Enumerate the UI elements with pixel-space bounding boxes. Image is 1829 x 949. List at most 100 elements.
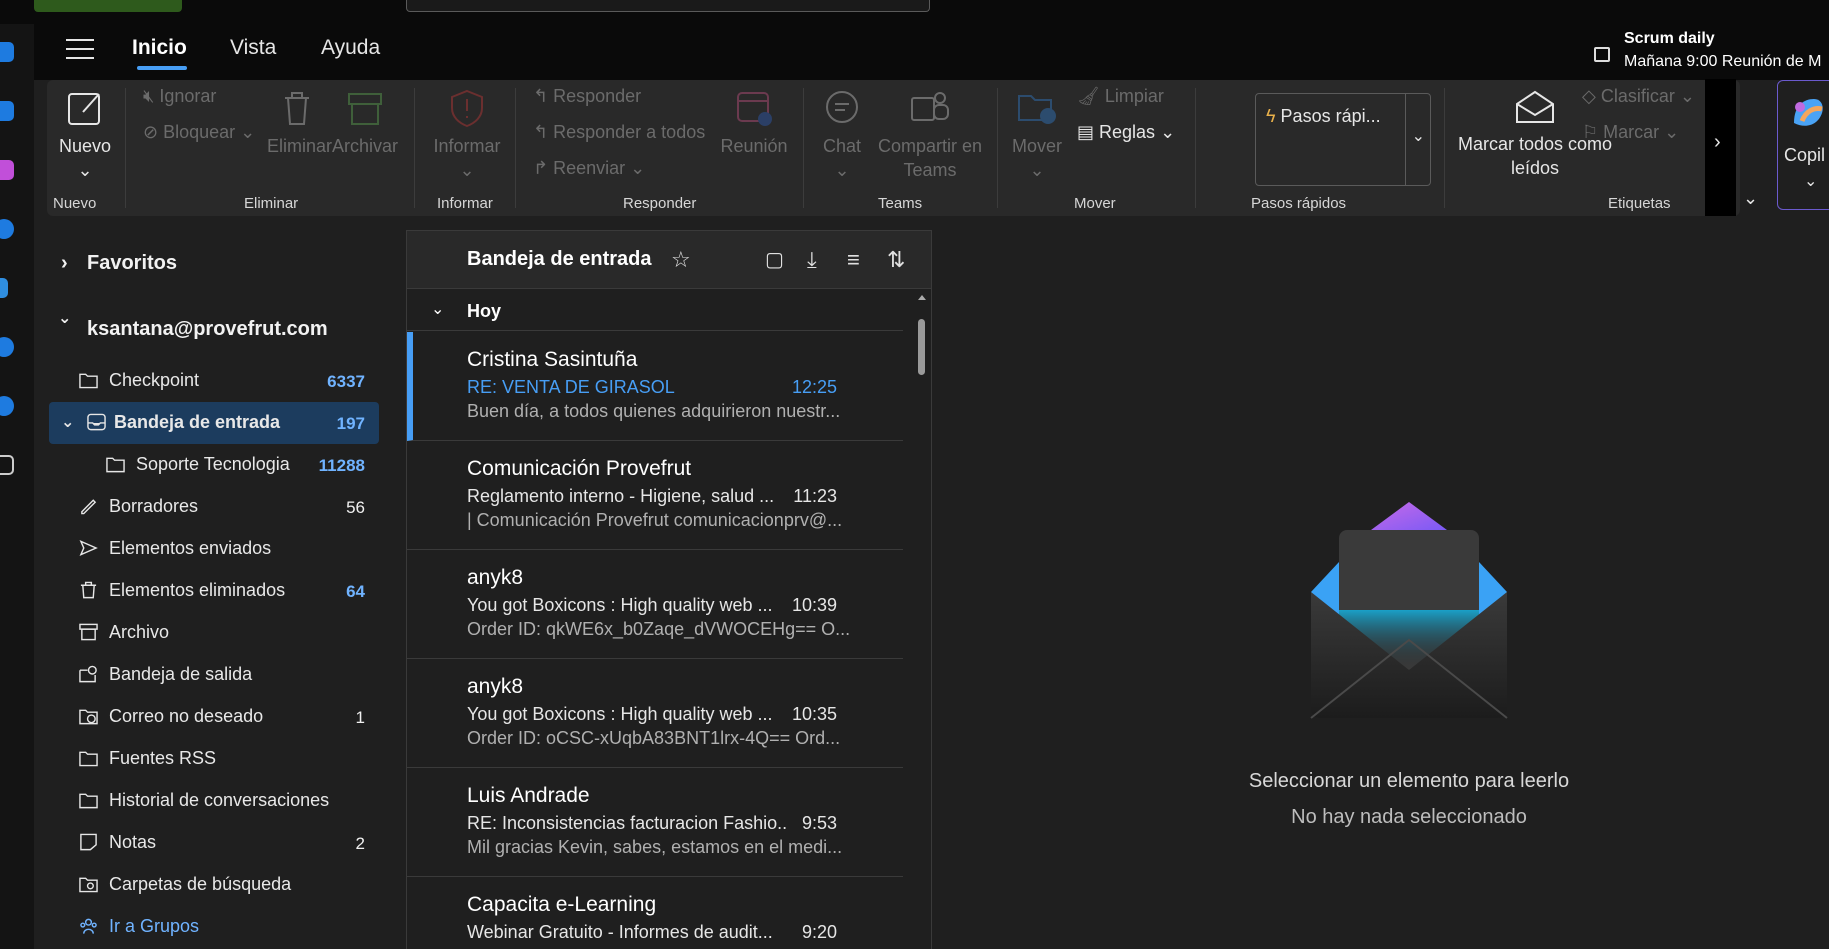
chevron-down-icon[interactable]: ⌄ — [1804, 171, 1817, 191]
list-title: Bandeja de entrada — [467, 248, 652, 270]
copilot-app-icon[interactable] — [0, 160, 14, 180]
folder-salida[interactable]: Bandeja de salida — [49, 654, 379, 696]
search-box[interactable] — [406, 0, 930, 12]
chevron-down-icon[interactable]: ⌄ — [61, 412, 74, 432]
scrollbar-thumb[interactable] — [918, 319, 925, 375]
quick-step-item[interactable]: ϟ Pasos rápi... — [1266, 106, 1381, 127]
favorites-header[interactable]: Favoritos — [87, 252, 177, 275]
move-button[interactable]: Mover ⌄ — [1007, 88, 1067, 182]
sort-icon[interactable]: ⇅ — [887, 247, 905, 273]
rules-button[interactable]: ▤ Reglas ⌄ — [1077, 122, 1175, 143]
report-button[interactable]: Informar ⌄ — [427, 88, 507, 182]
chevron-down-icon[interactable]: ⌄ — [77, 160, 92, 180]
message-list: Bandeja de entrada ☆ ▢ ⤓ ≡ ⇅ ⌄ Hoy Crist… — [406, 230, 932, 949]
message-subject: You got Boxicons : High quality web ... — [467, 595, 773, 615]
ignore-button[interactable]: 🔇︎ Ignorar — [143, 86, 216, 107]
favorites-chevron-icon[interactable]: › — [61, 252, 68, 275]
chevron-down-icon[interactable]: ⌄ — [834, 160, 849, 180]
jump-to-icon[interactable]: ⤓ — [807, 247, 817, 273]
flag-label: Marcar — [1603, 122, 1660, 142]
ribbon-scroll-right-button[interactable]: › — [1705, 79, 1736, 216]
favorite-star-icon[interactable]: ☆ — [671, 247, 691, 273]
report-label: Informar — [433, 136, 501, 156]
message-item[interactable]: Comunicación Provefrut Reglamento intern… — [407, 441, 903, 550]
message-item[interactable]: Capacita e-Learning Webinar Gratuito - I… — [407, 877, 903, 949]
ribbon-collapse-chevron-icon[interactable]: ⌄ — [1743, 188, 1758, 209]
block-button[interactable]: ⊘ Bloquear ⌄ — [143, 122, 255, 143]
message-item[interactable]: anyk8 You got Boxicons : High quality we… — [407, 550, 903, 659]
folder-historial[interactable]: Historial de conversaciones — [49, 780, 379, 822]
more-apps-icon[interactable] — [0, 455, 14, 475]
calendar-app-icon[interactable] — [0, 101, 14, 121]
scroll-up-arrow-icon[interactable] — [918, 295, 926, 300]
message-subject: Reglamento interno - Higiene, salud ... — [467, 486, 775, 506]
chevron-down-icon[interactable]: ⌄ — [1412, 126, 1425, 146]
reply-label: Responder — [553, 86, 642, 106]
mail-app-icon[interactable] — [0, 42, 14, 62]
folder-notas[interactable]: Notas 2 — [49, 822, 379, 864]
message-list-scrollbar[interactable] — [911, 289, 931, 949]
chevron-down-icon[interactable]: ⌄ — [431, 299, 444, 319]
flag-button[interactable]: ⚐ Marcar ⌄ — [1582, 122, 1679, 143]
reply-all-button[interactable]: ↰ Responder a todos — [533, 122, 705, 143]
folder-busqueda[interactable]: Carpetas de búsqueda — [49, 864, 379, 906]
quick-steps-gallery[interactable]: ϟ Pasos rápi... ⌄ — [1255, 93, 1431, 186]
date-group-header[interactable]: ⌄ Hoy — [407, 291, 903, 331]
meeting-button[interactable]: Reunión — [719, 88, 789, 158]
select-mode-icon[interactable]: ▢ — [765, 247, 784, 272]
message-item[interactable]: anyk8 You got Boxicons : High quality we… — [407, 659, 903, 768]
archive-button[interactable]: Archivar — [330, 88, 400, 158]
forward-icon: ↱ — [533, 158, 549, 178]
chevron-down-icon[interactable]: ⌄ — [459, 160, 474, 180]
group-label-pasos: Pasos rápidos — [1251, 195, 1347, 212]
chevron-down-icon[interactable]: ⌄ — [1029, 160, 1044, 180]
message-item[interactable]: Cristina Sasintuña RE: VENTA DE GIRASOL … — [407, 332, 903, 441]
teams-app-icon[interactable] — [0, 337, 14, 357]
quick-step-label: Pasos rápi... — [1280, 106, 1381, 126]
copilot-label: Copil — [1784, 145, 1826, 165]
unread-count: 197 — [336, 414, 365, 433]
folder-archivo[interactable]: Archivo — [49, 612, 379, 654]
meeting-label: Reunión — [720, 136, 788, 156]
folder-borradores[interactable]: Borradores 56 — [49, 486, 379, 528]
reply-button[interactable]: ↰ Responder — [533, 86, 641, 107]
message-subject: RE: VENTA DE GIRASOL — [467, 377, 675, 397]
tab-inicio[interactable]: Inicio — [132, 36, 187, 60]
folder-label: Bandeja de salida — [109, 664, 253, 684]
account-header[interactable]: ksantana@provefrut.com — [87, 318, 328, 341]
folder-pane: › Favoritos ⌄ ksantana@provefrut.com Che… — [34, 230, 394, 949]
new-mail-button[interactable]: Nuevo ⌄ — [52, 88, 118, 182]
delete-button[interactable]: Eliminar — [267, 88, 332, 158]
copilot-icon — [1794, 99, 1823, 126]
header: Inicio Vista Ayuda Scrum daily Mañana 9:… — [34, 24, 1829, 80]
todo-app-icon[interactable] — [0, 278, 8, 298]
send-icon — [79, 539, 98, 557]
account-chevron-icon[interactable]: ⌄ — [58, 308, 71, 328]
filter-icon[interactable]: ≡ — [847, 247, 860, 273]
share-teams-button[interactable]: Compartir en Teams — [875, 88, 985, 182]
categorize-button[interactable]: ◇ Clasificar ⌄ — [1582, 86, 1695, 107]
onedrive-app-icon[interactable] — [0, 396, 14, 416]
people-app-icon[interactable] — [0, 219, 14, 239]
folder-inbox[interactable]: ⌄ Bandeja de entrada 197 — [49, 402, 379, 444]
menu-icon[interactable] — [66, 39, 94, 61]
copilot-button[interactable]: Copil ⌄ — [1777, 80, 1829, 210]
sweep-button[interactable]: 🧹︎ Limpiar — [1077, 86, 1164, 107]
message-time: 10:39 — [791, 595, 837, 615]
folder-checkpoint[interactable]: Checkpoint 6337 — [49, 360, 379, 402]
chat-button[interactable]: Chat ⌄ — [817, 88, 867, 182]
ribbon-divider — [1195, 88, 1196, 208]
tab-vista[interactable]: Vista — [230, 36, 276, 60]
tab-ayuda[interactable]: Ayuda — [321, 36, 380, 60]
forward-button[interactable]: ↱ Reenviar ⌄ — [533, 158, 645, 179]
folder-enviados[interactable]: Elementos enviados — [49, 528, 379, 570]
folder-rss[interactable]: Fuentes RSS — [49, 738, 379, 780]
folder-soporte-tecnologia[interactable]: Soporte Tecnologia 11288 — [49, 444, 379, 486]
go-to-groups-link[interactable]: Ir a Grupos — [49, 906, 379, 948]
message-item[interactable]: Luis Andrade RE: Inconsistencias factura… — [407, 768, 903, 877]
message-sender: Capacita e-Learning — [467, 893, 657, 916]
groups-icon — [80, 918, 97, 934]
folder-label: Carpetas de búsqueda — [109, 874, 292, 894]
folder-eliminados[interactable]: Elementos eliminados 64 — [49, 570, 379, 612]
folder-junk[interactable]: Correo no deseado 1 — [49, 696, 379, 738]
